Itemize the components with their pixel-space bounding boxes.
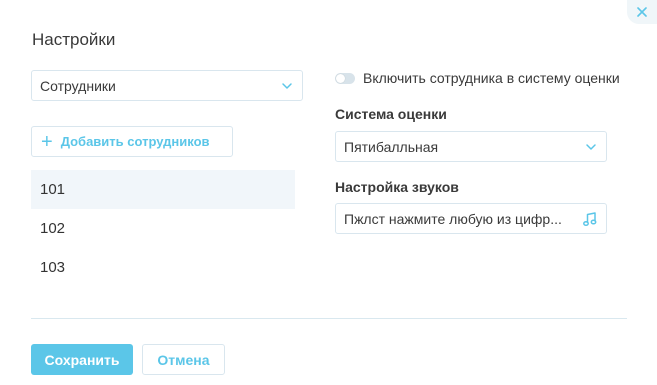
sound-settings-label: Настройка звуков <box>335 179 459 195</box>
sound-input-value: Пжлст нажмите любую из цифр... <box>344 210 562 227</box>
list-item-103[interactable]: 103 <box>31 248 295 287</box>
cancel-button[interactable]: Отмена <box>142 344 225 375</box>
rating-toggle[interactable] <box>335 72 355 84</box>
footer-divider <box>31 318 627 319</box>
rating-system-label: Система оценки <box>335 106 447 122</box>
settings-dialog: Настройки Сотрудники + Добавить сотрудни… <box>0 0 657 385</box>
add-employees-label: Добавить сотрудников <box>60 134 210 149</box>
list-item-label: 101 <box>40 181 66 198</box>
rating-toggle-label: Включить сотрудника в систему оценки <box>363 70 620 86</box>
sound-input[interactable]: Пжлст нажмите любую из цифр... <box>335 203 607 234</box>
list-item-label: 102 <box>40 220 66 237</box>
close-icon <box>637 7 647 17</box>
employee-list: 101 102 103 <box>31 170 295 287</box>
list-item-102[interactable]: 102 <box>31 209 295 248</box>
add-employees-button[interactable]: + Добавить сотрудников <box>31 126 233 157</box>
list-item-label: 103 <box>40 259 66 276</box>
rating-toggle-row[interactable]: Включить сотрудника в систему оценки <box>335 70 620 86</box>
chevron-down-icon <box>585 141 597 153</box>
dialog-title: Настройки <box>32 30 116 49</box>
rating-system-select[interactable]: Пятибалльная <box>335 131 607 162</box>
rating-system-value: Пятибалльная <box>344 138 439 155</box>
close-button[interactable] <box>627 0 657 24</box>
employees-select-value: Сотрудники <box>40 77 116 94</box>
plus-icon: + <box>41 130 53 153</box>
chevron-down-icon <box>281 80 293 92</box>
music-note-icon[interactable] <box>582 211 598 227</box>
list-item-101[interactable]: 101 <box>31 170 295 209</box>
save-button[interactable]: Сохранить <box>31 344 133 375</box>
employees-select[interactable]: Сотрудники <box>31 70 303 101</box>
